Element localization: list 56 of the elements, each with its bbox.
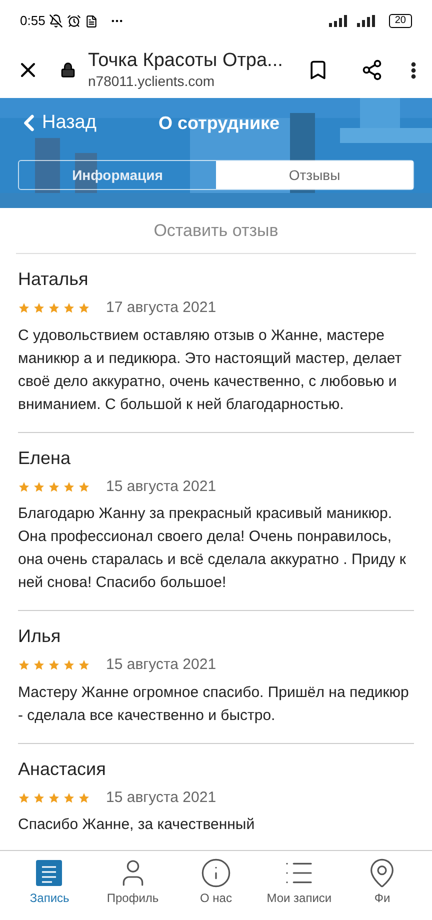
nav-tab[interactable]: Профиль xyxy=(92,856,173,906)
star-icon xyxy=(48,302,60,314)
reviewer-name: Илья xyxy=(18,625,62,648)
review-date: 15 августа 2021 xyxy=(106,788,216,808)
menu-icon xyxy=(411,62,416,78)
star-icon xyxy=(63,659,75,672)
star-icon xyxy=(78,659,90,672)
star-icon xyxy=(18,302,30,314)
share-button[interactable] xyxy=(361,59,383,81)
review-date: 15 августа 2021 xyxy=(106,655,216,675)
tab[interactable]: Информация xyxy=(19,161,216,189)
muted-bell-icon xyxy=(49,14,64,28)
star-icon xyxy=(18,659,30,672)
star-icon xyxy=(18,480,30,493)
info-icon xyxy=(200,856,232,888)
review-text: С удовольствием оставляю отзыв о Жанне, мастере маникюр а и педикюра. Это настоящий мастер, делает своё дело аккуратно, очень качественно, с любовью и вниманием. С большой к ней благодарностью. xyxy=(18,326,403,414)
nav-tab[interactable]: Мои записи xyxy=(259,856,340,906)
star-icon xyxy=(48,659,60,672)
star-icon xyxy=(63,792,75,804)
message-icon xyxy=(85,14,98,28)
page-url: n78011.yclients.com xyxy=(88,73,216,91)
star-icon xyxy=(78,480,90,493)
page-title: Точка Красоты Отра... xyxy=(88,49,284,74)
review-text: Благодарю Жанну за прекрасный красивый маникюр. Она профессионал своего дела! Очень понравилось, она очень старалась и всё сделала аккуратно . Приду к ней снова! Спасибо большое! xyxy=(18,504,407,593)
tab[interactable]: Отзывы xyxy=(216,161,413,189)
star-icon xyxy=(48,480,60,493)
star-icon xyxy=(18,792,30,804)
star-icon xyxy=(33,792,45,804)
nav-tab[interactable]: Запись xyxy=(10,856,90,906)
header-title: О сотруднике xyxy=(158,112,280,135)
share-icon xyxy=(361,59,383,81)
review-date: 15 августа 2021 xyxy=(106,476,216,496)
signal-icon xyxy=(326,15,377,27)
reviewer-name: Анастасия xyxy=(18,758,107,780)
star-icon xyxy=(63,480,75,493)
menu-button[interactable] xyxy=(411,62,416,78)
star-icon xyxy=(33,659,45,672)
review-text: Мастеру Жанне огромное спасибо. Пришёл на педикюр - сделала все качественно и быстро. xyxy=(18,682,410,726)
nav-tab[interactable]: Фи xyxy=(342,856,422,906)
alarm-icon xyxy=(67,14,82,28)
lock-icon xyxy=(60,62,76,78)
review-text: Спасибо Жанне, за качественный xyxy=(18,815,256,835)
back-button[interactable]: Назад xyxy=(16,108,96,138)
reviewer-name: Наталья xyxy=(18,268,90,291)
star-icon xyxy=(33,302,45,314)
status-time: 0:55 xyxy=(20,12,46,30)
star-icon xyxy=(78,302,90,314)
star-icon xyxy=(33,480,45,493)
star-icon xyxy=(48,792,60,804)
review-date: 17 августа 2021 xyxy=(106,298,216,318)
reviewer-name: Елена xyxy=(18,446,72,470)
star-icon xyxy=(78,792,90,804)
battery-level: 20 xyxy=(388,14,412,28)
nav-tab[interactable]: О нас xyxy=(176,856,256,906)
leave-review-button[interactable]: Оставить отзыв xyxy=(16,208,416,254)
star-icon xyxy=(63,302,75,314)
